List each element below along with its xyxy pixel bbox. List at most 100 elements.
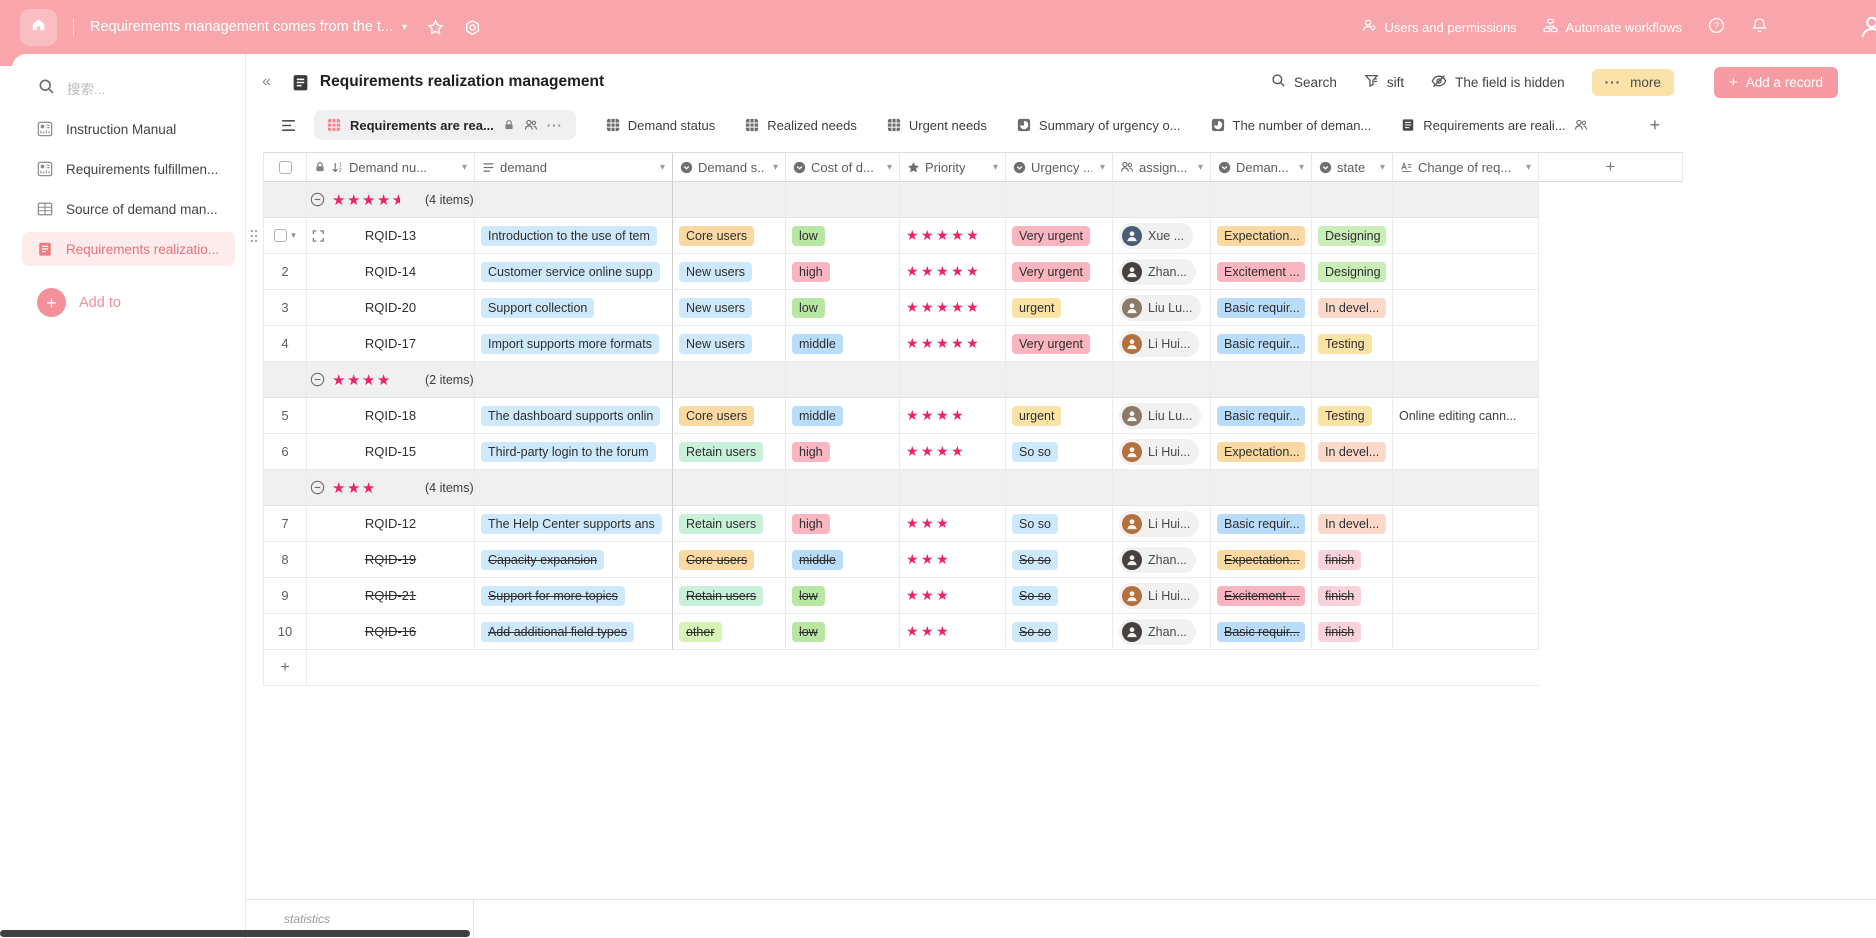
document-title[interactable]: Requirements management comes from the t…	[90, 19, 393, 35]
demand-category-cell[interactable]: Basic requir...	[1211, 290, 1312, 326]
demand-category-cell[interactable]: Excitement ...	[1211, 254, 1312, 290]
urgency-cell[interactable]: So so	[1006, 434, 1113, 470]
urgency-cell[interactable]: So so	[1006, 506, 1113, 542]
row-index-cell[interactable]: 3	[263, 290, 307, 326]
demand-number-cell[interactable]: RQID-20	[307, 290, 475, 326]
row-index-cell[interactable]: 4	[263, 326, 307, 362]
demand-category-cell[interactable]: Expectation...	[1211, 542, 1312, 578]
view-tab[interactable]: Urgent needs	[887, 118, 987, 133]
drag-handle-icon[interactable]	[250, 228, 258, 243]
urgency-cell[interactable]: urgent	[1006, 398, 1113, 434]
settings-gear-icon[interactable]	[464, 19, 481, 36]
demand-source-cell[interactable]: Retain users	[673, 578, 786, 614]
assignee-cell[interactable]: Liu Lu...	[1113, 398, 1211, 434]
collapse-group-icon[interactable]	[310, 480, 325, 495]
change-cell[interactable]	[1393, 506, 1539, 542]
cost-cell[interactable]: high	[786, 506, 900, 542]
demand-cell[interactable]: Support for more topics	[475, 578, 673, 614]
change-cell[interactable]: Online editing cann...	[1393, 398, 1539, 434]
demand-cell[interactable]: Capacity expansion	[475, 542, 673, 578]
collaborators-icon[interactable]	[1574, 118, 1588, 132]
select-all-cell[interactable]	[263, 152, 307, 182]
column-header[interactable]: Change of req...▾	[1393, 152, 1539, 182]
row-caret-icon[interactable]: ▾	[291, 230, 296, 241]
cost-cell[interactable]: high	[786, 254, 900, 290]
add-view-button[interactable]: +	[1650, 115, 1661, 136]
demand-cell[interactable]: Third-party login to the forum	[475, 434, 673, 470]
demand-category-cell[interactable]: Basic requir...	[1211, 326, 1312, 362]
state-cell[interactable]: In devel...	[1312, 506, 1393, 542]
more-button[interactable]: ··· more	[1592, 69, 1674, 96]
column-menu-caret-icon[interactable]: ▾	[657, 162, 665, 173]
cost-cell[interactable]: low	[786, 290, 900, 326]
add-row-cell[interactable]: +	[263, 650, 307, 686]
column-header[interactable]: Deman...▾	[1211, 152, 1312, 182]
assignee-cell[interactable]: Li Hui...	[1113, 434, 1211, 470]
demand-source-cell[interactable]: Retain users	[673, 434, 786, 470]
assignee-cell[interactable]: Li Hui...	[1113, 578, 1211, 614]
urgency-cell[interactable]: Very urgent	[1006, 218, 1113, 254]
column-menu-caret-icon[interactable]: ▾	[459, 162, 467, 173]
cost-cell[interactable]: high	[786, 434, 900, 470]
change-cell[interactable]	[1393, 542, 1539, 578]
column-menu-caret-icon[interactable]: ▾	[1195, 162, 1203, 173]
change-cell[interactable]	[1393, 290, 1539, 326]
row-index-cell[interactable]: 5	[263, 398, 307, 434]
statistics-label[interactable]: statistics	[284, 912, 330, 926]
demand-number-cell[interactable]: RQID-19	[307, 542, 475, 578]
demand-category-cell[interactable]: Expectation...	[1211, 218, 1312, 254]
demand-cell[interactable]: Customer service online supp	[475, 254, 673, 290]
sidebar-item[interactable]: Instruction Manual	[22, 112, 235, 146]
priority-cell[interactable]: ★★★	[900, 578, 1006, 614]
column-header[interactable]: assign...▾	[1113, 152, 1211, 182]
demand-category-cell[interactable]: Basic requir...	[1211, 614, 1312, 650]
cost-cell[interactable]: low	[786, 578, 900, 614]
demand-cell[interactable]: Support collection	[475, 290, 673, 326]
state-cell[interactable]: Testing	[1312, 398, 1393, 434]
state-cell[interactable]: finish	[1312, 614, 1393, 650]
state-cell[interactable]: finish	[1312, 542, 1393, 578]
demand-cell[interactable]: The dashboard supports onlin	[475, 398, 673, 434]
account-avatar-icon[interactable]	[1858, 13, 1876, 46]
demand-source-cell[interactable]: New users	[673, 326, 786, 362]
view-tab[interactable]: Summary of urgency o...	[1017, 118, 1181, 133]
add-record-button[interactable]: + Add a record	[1714, 67, 1838, 98]
change-cell[interactable]	[1393, 254, 1539, 290]
column-header[interactable]: Demand s...▾	[673, 152, 786, 182]
priority-cell[interactable]: ★★★	[900, 542, 1006, 578]
add-column-button[interactable]: +	[1539, 152, 1683, 182]
change-cell[interactable]	[1393, 434, 1539, 470]
change-cell[interactable]	[1393, 614, 1539, 650]
urgency-cell[interactable]: Very urgent	[1006, 326, 1113, 362]
urgency-cell[interactable]: urgent	[1006, 290, 1113, 326]
view-list-icon[interactable]	[280, 117, 297, 134]
demand-category-cell[interactable]: Expectation...	[1211, 434, 1312, 470]
collapse-sidebar-button[interactable]: «	[254, 71, 279, 93]
priority-cell[interactable]: ★★★★★	[900, 290, 1006, 326]
urgency-cell[interactable]: So so	[1006, 614, 1113, 650]
sidebar-item[interactable]: Requirements realizatio...	[22, 232, 235, 266]
demand-number-cell[interactable]: RQID-16	[307, 614, 475, 650]
demand-category-cell[interactable]: Excitement ...	[1211, 578, 1312, 614]
cost-cell[interactable]: low	[786, 614, 900, 650]
demand-number-cell[interactable]: RQID-18	[307, 398, 475, 434]
row-index-cell[interactable]: 6	[263, 434, 307, 470]
priority-cell[interactable]: ★★★	[900, 506, 1006, 542]
priority-cell[interactable]: ★★★★★	[900, 218, 1006, 254]
sidebar-item[interactable]: Requirements fulfillmen...	[22, 152, 235, 186]
demand-source-cell[interactable]: Retain users	[673, 506, 786, 542]
column-menu-caret-icon[interactable]: ▾	[1523, 162, 1531, 173]
favorite-star-icon[interactable]	[427, 19, 444, 36]
column-header[interactable]: Priority▾	[900, 152, 1006, 182]
state-cell[interactable]: Designing	[1312, 218, 1393, 254]
assignee-cell[interactable]: Zhan...	[1113, 542, 1211, 578]
assignee-cell[interactable]: Xue ...	[1113, 218, 1211, 254]
title-caret-icon[interactable]: ▾	[402, 22, 407, 33]
assignee-cell[interactable]: Li Hui...	[1113, 506, 1211, 542]
urgency-cell[interactable]: So so	[1006, 578, 1113, 614]
column-menu-caret-icon[interactable]: ▾	[770, 162, 778, 173]
row-index-cell[interactable]: 2	[263, 254, 307, 290]
demand-cell[interactable]: Introduction to the use of tem	[475, 218, 673, 254]
view-tab[interactable]: The number of deman...	[1211, 118, 1372, 133]
add-row-button[interactable]: +	[280, 659, 289, 677]
